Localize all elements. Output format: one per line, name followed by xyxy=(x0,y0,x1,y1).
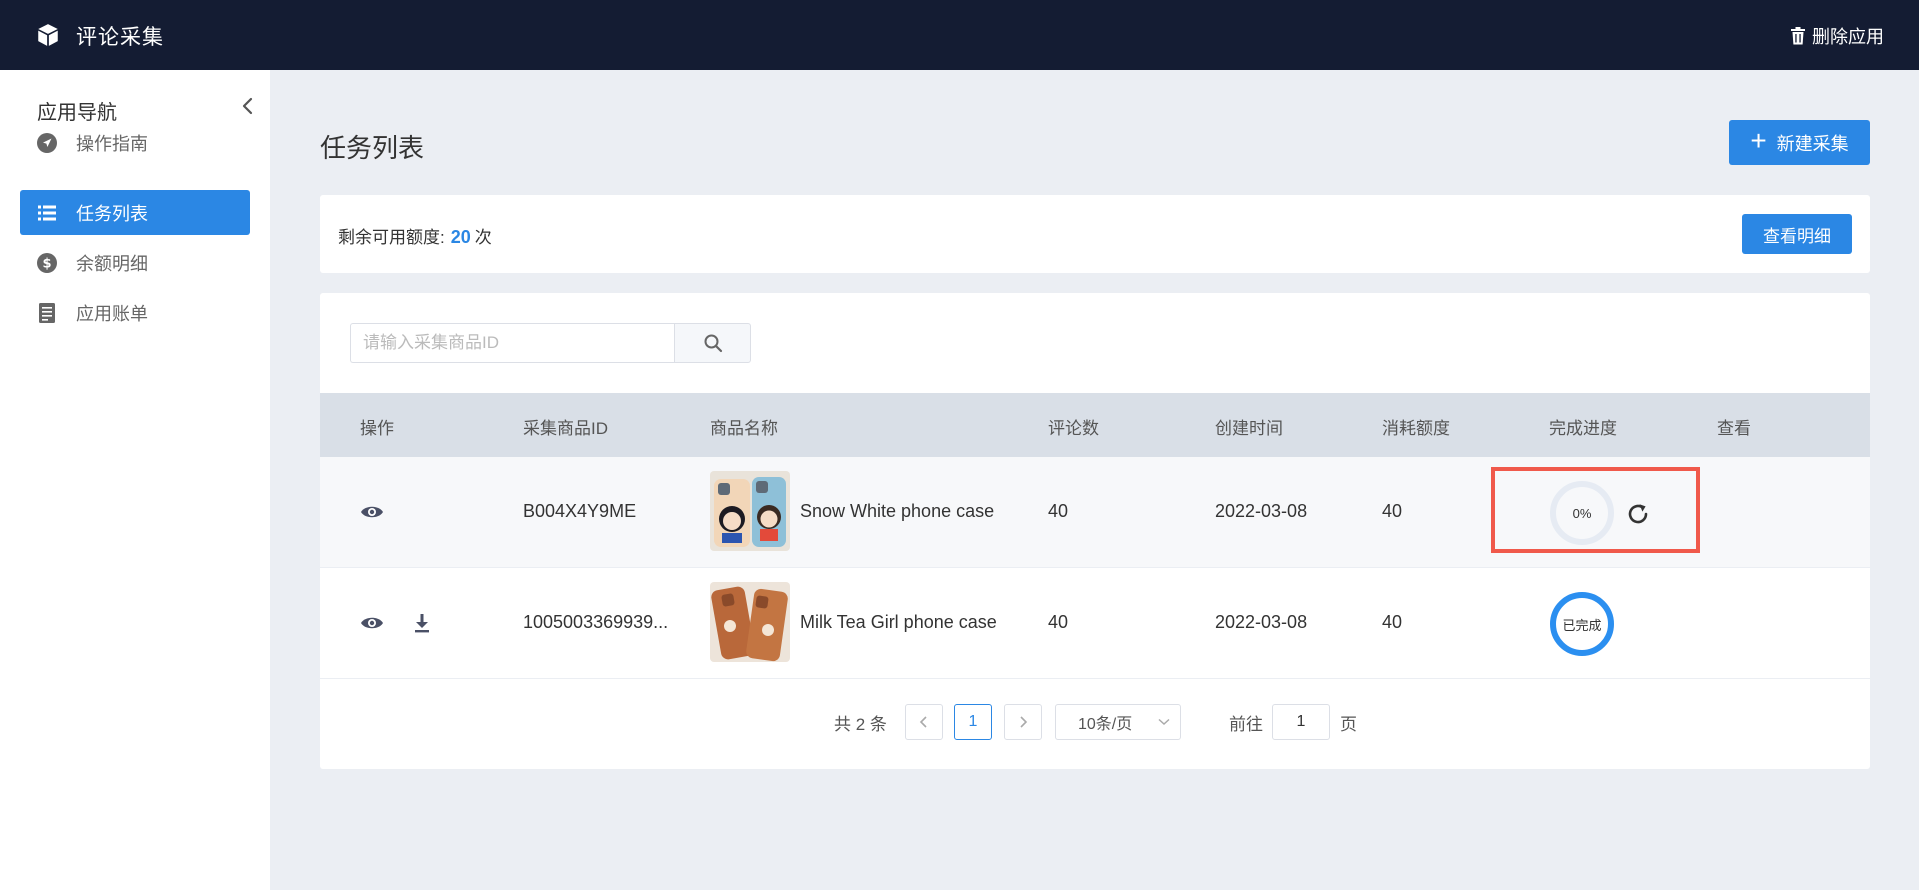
search-button[interactable] xyxy=(674,323,751,363)
table-header: 操作 采集商品ID 商品名称 评论数 创建时间 消耗额度 完成进度 查看 xyxy=(320,393,1870,457)
sidebar-item-label: 操作指南 xyxy=(76,133,148,154)
sidebar-item-bill[interactable]: 应用账单 xyxy=(20,290,250,335)
chevron-left-icon xyxy=(919,716,927,728)
delete-app-button[interactable]: 删除应用 xyxy=(1790,23,1884,49)
column-header: 查看 xyxy=(1717,419,1751,438)
progress-indicator: 0% xyxy=(1550,481,1614,545)
quota-label: 剩余可用额度: xyxy=(338,228,445,247)
search-input[interactable] xyxy=(350,323,675,363)
review-count: 40 xyxy=(1048,501,1069,521)
cube-icon xyxy=(38,24,58,46)
column-header: 商品名称 xyxy=(710,419,778,438)
sidebar-item-label: 应用账单 xyxy=(76,303,148,324)
goto-label: 前往 xyxy=(1229,714,1263,734)
cost-amount: 40 xyxy=(1382,612,1403,632)
product-name: Snow White phone case xyxy=(800,501,995,521)
task-table-card: 操作 采集商品ID 商品名称 评论数 创建时间 消耗额度 完成进度 查看 B00… xyxy=(320,293,1870,769)
chevron-left-icon[interactable] xyxy=(238,94,258,118)
review-count: 40 xyxy=(1048,612,1069,632)
next-page-button[interactable] xyxy=(1004,704,1042,740)
column-header: 消耗额度 xyxy=(1382,419,1450,438)
app-title: 评论采集 xyxy=(76,26,164,49)
page-number-button[interactable]: 1 xyxy=(954,704,992,740)
sidebar-item-task-list[interactable]: 任务列表 xyxy=(20,190,250,235)
page-unit-label: 页 xyxy=(1340,714,1357,734)
column-header: 操作 xyxy=(360,419,394,438)
column-header: 采集商品ID xyxy=(523,419,608,438)
goto-page-input[interactable] xyxy=(1272,704,1330,740)
quota-info: 剩余可用额度: 20 次 xyxy=(338,223,492,248)
progress-label: 已完成 xyxy=(1562,617,1602,633)
plus-icon: + xyxy=(1750,125,1767,156)
created-date: 2022-03-08 xyxy=(1215,501,1308,521)
app-header: 评论采集 删除应用 xyxy=(0,0,1919,70)
download-icon[interactable] xyxy=(410,611,434,635)
column-header: 评论数 xyxy=(1048,419,1099,438)
list-icon xyxy=(37,203,57,223)
product-thumbnail xyxy=(710,582,790,662)
quota-card: 剩余可用额度: 20 次 查看明细 xyxy=(320,195,1870,273)
svg-text:$: $ xyxy=(42,256,51,271)
chevron-right-icon xyxy=(1020,716,1028,728)
product-name: Milk Tea Girl phone case xyxy=(800,612,997,632)
navigation-arrow-icon xyxy=(37,132,57,153)
cost-amount: 40 xyxy=(1382,501,1403,521)
product-thumbnail xyxy=(710,471,790,551)
table-row: B004X4Y9ME Snow White phone case 40 2022… xyxy=(320,457,1870,568)
document-icon xyxy=(37,302,57,323)
dollar-coin-icon: $ xyxy=(37,252,57,273)
trash-icon xyxy=(1791,27,1805,45)
created-date: 2022-03-08 xyxy=(1215,612,1308,632)
sidebar-item-balance[interactable]: $ 余额明细 xyxy=(20,240,250,285)
column-header: 完成进度 xyxy=(1549,419,1617,438)
sidebar: 应用导航 操作指南 任务列表 $ 余额明细 应用账单 xyxy=(0,70,270,890)
new-collection-label: 新建采集 xyxy=(1776,133,1849,154)
chevron-down-icon xyxy=(1158,718,1170,726)
pagination-total: 共 2 条 xyxy=(834,714,887,734)
page-size-value: 10条/页 xyxy=(1078,716,1133,733)
table-row: 1005003369939... Milk Tea Girl phone cas… xyxy=(320,568,1870,679)
sidebar-item-label: 任务列表 xyxy=(76,203,148,224)
quota-unit: 次 xyxy=(474,228,492,247)
sidebar-item-guide[interactable]: 操作指南 xyxy=(20,120,250,165)
page-size-select[interactable]: 10条/页 xyxy=(1055,704,1181,740)
progress-indicator: 已完成 xyxy=(1550,592,1614,656)
delete-app-label: 删除应用 xyxy=(1812,27,1884,47)
new-collection-button[interactable]: + 新建采集 xyxy=(1729,120,1870,165)
column-header: 创建时间 xyxy=(1215,419,1283,438)
prev-page-button[interactable] xyxy=(905,704,943,740)
page-title: 任务列表 xyxy=(320,133,425,163)
refresh-icon[interactable] xyxy=(1624,500,1652,528)
quota-value: 20 xyxy=(450,227,471,247)
product-id: 1005003369939... xyxy=(523,612,669,632)
search-icon xyxy=(704,334,722,353)
eye-icon[interactable] xyxy=(360,500,384,524)
progress-label: 0% xyxy=(1572,505,1592,521)
sidebar-item-label: 余额明细 xyxy=(76,253,148,274)
view-detail-button[interactable]: 查看明细 xyxy=(1742,214,1852,254)
eye-icon[interactable] xyxy=(360,611,384,635)
product-id: B004X4Y9ME xyxy=(523,501,637,521)
